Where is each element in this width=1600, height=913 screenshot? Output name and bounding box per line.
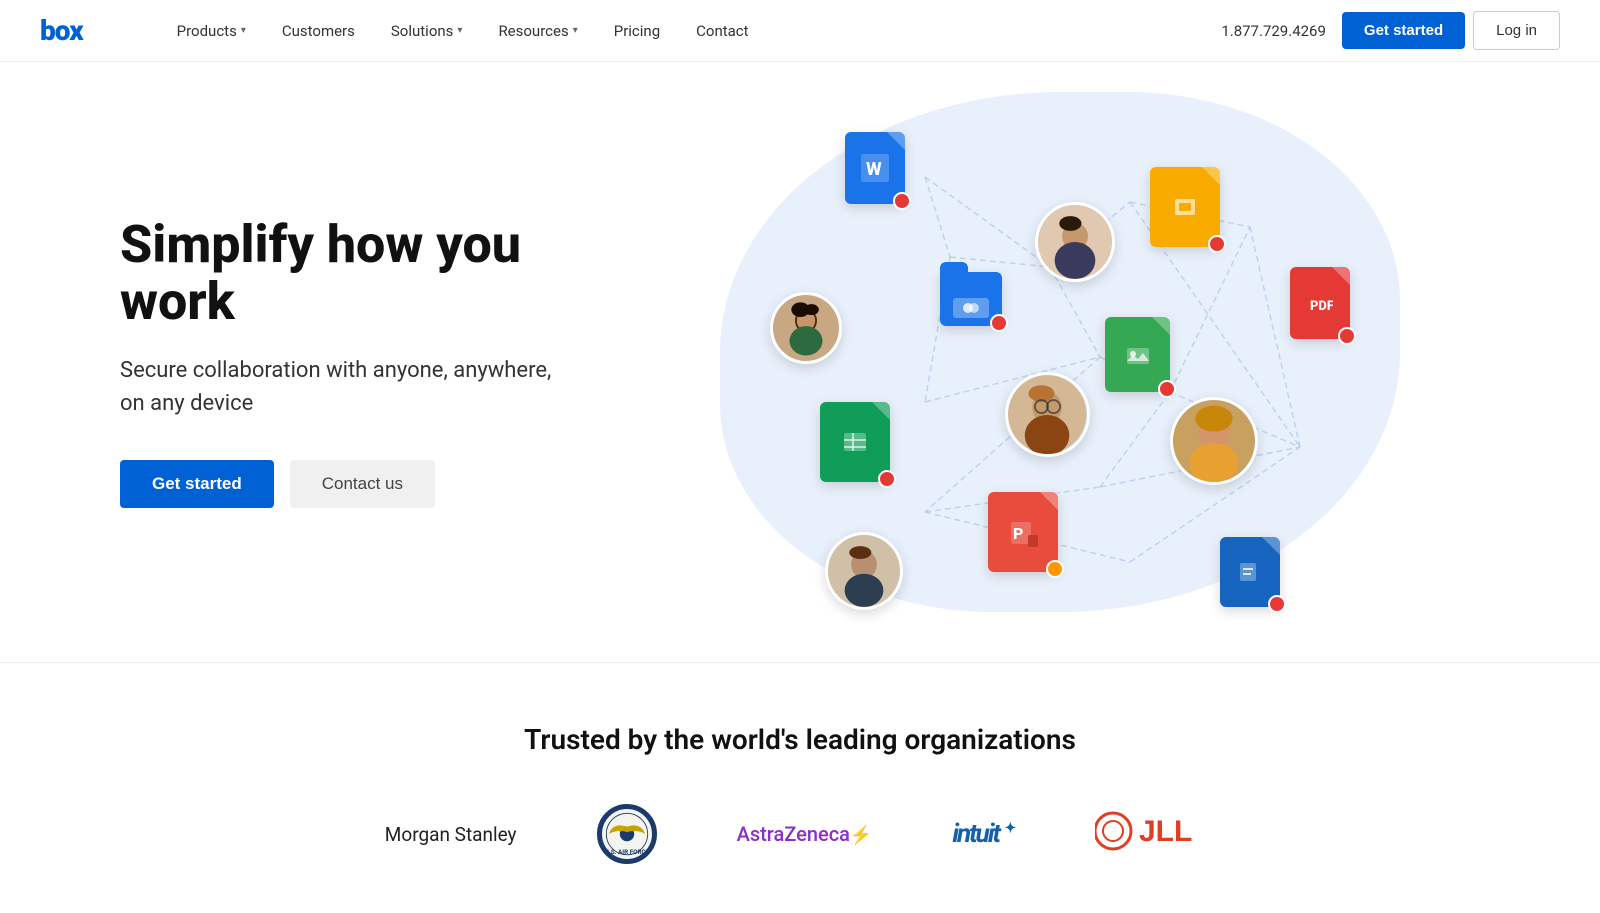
blue-file-icon — [1220, 537, 1280, 607]
air-force-logo: U.S. AIR FORCE — [597, 804, 657, 864]
hero-title: Simplify how you work — [120, 216, 600, 330]
svg-text:PDF: PDF — [1310, 299, 1333, 314]
pdf-file-icon: PDF — [1290, 267, 1350, 339]
nav-get-started-button[interactable]: Get started — [1342, 12, 1465, 49]
hero-buttons: Get started Contact us — [120, 460, 600, 508]
nav-link-contact[interactable]: Contact — [682, 0, 762, 62]
trusted-section: Trusted by the world's leading organizat… — [0, 662, 1600, 904]
nav-link-products[interactable]: Products ▾ — [163, 0, 260, 62]
sheets-file-icon — [820, 402, 890, 482]
phone-number: 1.877.729.4269 — [1221, 22, 1326, 40]
hero-get-started-button[interactable]: Get started — [120, 460, 274, 508]
hero-illustration: .net-line { stroke: #aec6e8; stroke-widt… — [660, 72, 1520, 652]
svg-text:P: P — [1013, 524, 1023, 543]
svg-text:U.S. AIR FORCE: U.S. AIR FORCE — [604, 848, 649, 856]
chevron-down-icon: ▾ — [241, 25, 246, 36]
chevron-down-icon: ▾ — [573, 25, 578, 36]
avatar-woman-2 — [1170, 397, 1258, 485]
chevron-down-icon: ▾ — [457, 25, 462, 36]
hero-subtitle: Secure collaboration with anyone, anywhe… — [120, 354, 560, 420]
hero-contact-button[interactable]: Contact us — [290, 460, 435, 508]
avatar-man-2 — [825, 532, 903, 610]
svg-text:W: W — [866, 159, 882, 180]
jll-logo: JLL — [1095, 809, 1215, 860]
intuit-logo: intuit ✦ — [952, 819, 1015, 849]
nav-links: Products ▾ Customers Solutions ▾ Resourc… — [163, 0, 1222, 62]
nav-login-button[interactable]: Log in — [1473, 11, 1560, 50]
avatar-man-glasses — [1005, 372, 1090, 457]
morgan-stanley-logo: Morgan Stanley — [385, 823, 517, 846]
slides-file-icon — [1150, 167, 1220, 247]
hero-content: Simplify how you work Secure collaborati… — [120, 216, 600, 508]
image-file-icon — [1105, 317, 1170, 392]
logo-grid: Morgan Stanley U.S. AIR FORCE AstraZenec… — [40, 804, 1560, 864]
folder-icon — [940, 272, 1002, 326]
box-logo[interactable]: box — [40, 14, 83, 47]
navigation: box Products ▾ Customers Solutions ▾ Res… — [0, 0, 1600, 62]
avatar-woman — [770, 292, 842, 364]
nav-link-customers[interactable]: Customers — [268, 0, 369, 62]
nav-link-pricing[interactable]: Pricing — [600, 0, 674, 62]
astrazeneca-logo: AstraZeneca⚡ — [737, 822, 873, 846]
word-file-icon: W — [845, 132, 905, 204]
powerpoint-file-icon: P — [988, 492, 1058, 572]
avatar-man-1 — [1035, 202, 1115, 282]
trusted-title: Trusted by the world's leading organizat… — [40, 723, 1560, 756]
hero-section: Simplify how you work Secure collaborati… — [0, 62, 1600, 662]
svg-text:JLL: JLL — [1139, 815, 1192, 848]
nav-link-resources[interactable]: Resources ▾ — [484, 0, 591, 62]
nav-link-solutions[interactable]: Solutions ▾ — [377, 0, 477, 62]
